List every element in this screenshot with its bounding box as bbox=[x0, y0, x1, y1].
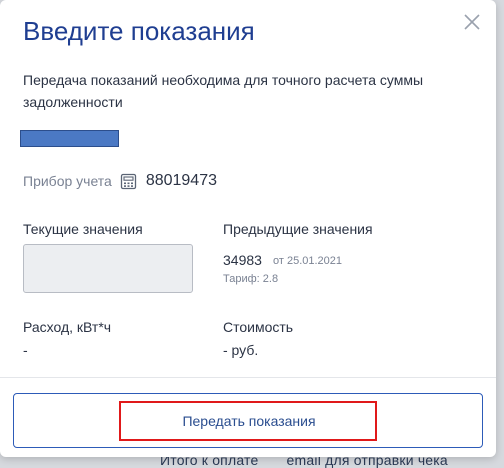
tariff-text: Тариф: 2.8 bbox=[223, 273, 279, 285]
current-reading-input[interactable] bbox=[23, 244, 193, 293]
dialog-title: Введите показания bbox=[23, 16, 255, 46]
previous-values-label: Предыдущие значения bbox=[223, 221, 373, 237]
meter-number: 88019473 bbox=[145, 172, 217, 189]
dialog-subtitle: Передача показаний необходима для точног… bbox=[23, 72, 424, 110]
meter-row: Прибор учета 88019473 bbox=[23, 171, 217, 191]
footer-divider bbox=[0, 377, 496, 378]
submit-readings-button[interactable]: Передать показания bbox=[13, 393, 483, 448]
meter-readings-dialog: Введите показания Передача показаний нео… bbox=[0, 0, 496, 457]
current-values-label: Текущие значения bbox=[23, 221, 143, 237]
cost-label: Стоимость bbox=[223, 319, 294, 335]
close-icon bbox=[464, 14, 480, 30]
previous-reading-date: от 25.01.2021 bbox=[273, 255, 343, 267]
meter-icon bbox=[120, 173, 136, 189]
close-button[interactable] bbox=[462, 12, 482, 32]
previous-reading-value: 34983 bbox=[223, 252, 262, 268]
meter-label: Прибор учета bbox=[23, 173, 112, 189]
redacted-account-info bbox=[20, 130, 119, 147]
consumption-label: Расход, кВт*ч bbox=[23, 319, 112, 335]
cost-value: - руб. bbox=[223, 342, 259, 358]
consumption-value: - bbox=[23, 342, 28, 358]
submit-readings-label: Передать показания bbox=[182, 413, 316, 429]
